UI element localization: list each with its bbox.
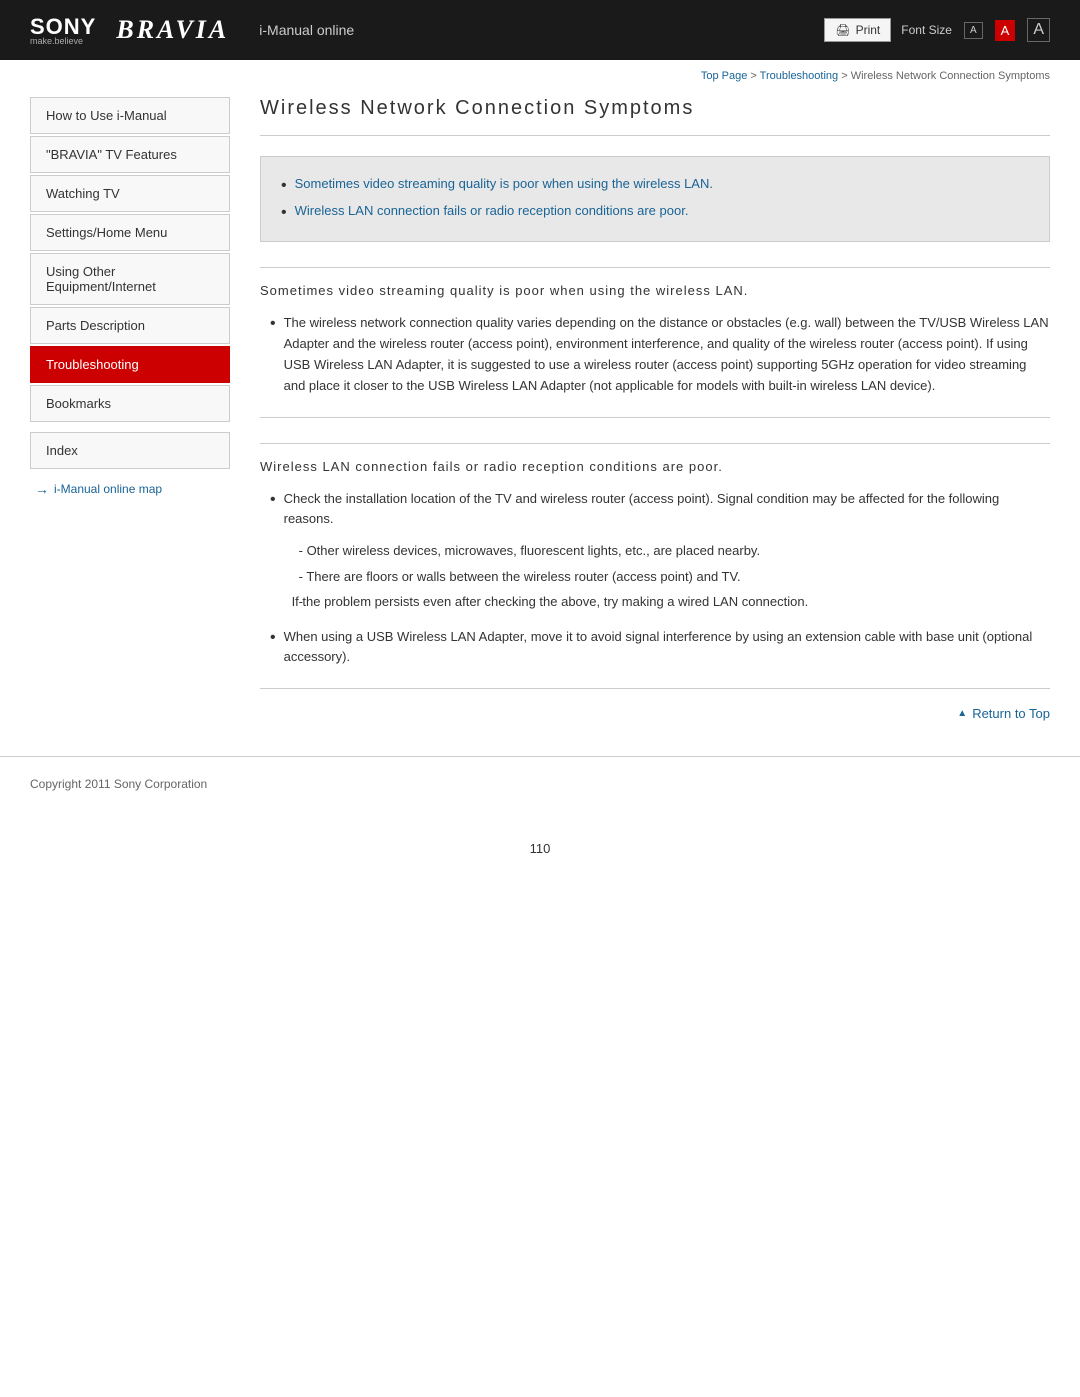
sony-logo: SONY make.believe — [30, 14, 96, 46]
font-medium-button[interactable]: A — [995, 20, 1016, 41]
section2-sub-item-3: If the problem persists even after check… — [299, 589, 1050, 615]
symptom-link-1[interactable]: Sometimes video streaming quality is poo… — [295, 176, 713, 191]
symptom-list-item-2: Wireless LAN connection fails or radio r… — [281, 199, 1029, 226]
section2-sub-item-2: There are floors or walls between the wi… — [299, 564, 1050, 590]
copyright-text: Copyright 2011 Sony Corporation — [30, 777, 207, 791]
section1: Sometimes video streaming quality is poo… — [260, 267, 1050, 396]
font-small-button[interactable]: A — [964, 22, 983, 39]
breadcrumb-troubleshooting[interactable]: Troubleshooting — [760, 70, 838, 82]
symptom-link-2[interactable]: Wireless LAN connection fails or radio r… — [295, 203, 689, 218]
print-icon: 🖨 — [835, 23, 850, 37]
imanual-map-link[interactable]: → i-Manual online map — [30, 481, 230, 497]
section2-sub-list-1: Other wireless devices, microwaves, fluo… — [299, 538, 1050, 615]
section2: Wireless LAN connection fails or radio r… — [260, 417, 1050, 669]
symptom-list-box: Sometimes video streaming quality is poo… — [260, 156, 1050, 242]
section2-bullet-2: When using a USB Wireless LAN Adapter, m… — [270, 627, 1050, 669]
sidebar-item-watching-tv[interactable]: Watching TV — [30, 175, 230, 212]
logo-area: SONY make.believe BRAVIA i-Manual online — [30, 14, 354, 46]
page-number: 110 — [0, 811, 1080, 886]
header-bar: SONY make.believe BRAVIA i-Manual online… — [0, 0, 1080, 60]
sidebar: How to Use i-Manual "BRAVIA" TV Features… — [30, 97, 230, 736]
sidebar-item-using-other[interactable]: Using Other Equipment/Internet — [30, 253, 230, 305]
main-layout: How to Use i-Manual "BRAVIA" TV Features… — [0, 97, 1080, 736]
section1-bullet-list: The wireless network connection quality … — [270, 313, 1050, 396]
section2-heading: Wireless LAN connection fails or radio r… — [260, 443, 1050, 474]
print-button[interactable]: 🖨 Print — [824, 18, 891, 42]
breadcrumb-sep1: > — [750, 70, 759, 82]
footer: Copyright 2011 Sony Corporation — [0, 756, 1080, 811]
sidebar-item-index[interactable]: Index — [30, 432, 230, 469]
breadcrumb-top-page[interactable]: Top Page — [701, 70, 747, 82]
section1-heading: Sometimes video streaming quality is poo… — [260, 267, 1050, 298]
breadcrumb: Top Page > Troubleshooting > Wireless Ne… — [0, 60, 1080, 92]
symptom-list-item-1: Sometimes video streaming quality is poo… — [281, 172, 1029, 199]
return-to-top: Return to Top — [260, 688, 1050, 736]
sidebar-item-settings[interactable]: Settings/Home Menu — [30, 214, 230, 251]
sidebar-item-bookmarks[interactable]: Bookmarks — [30, 385, 230, 422]
breadcrumb-current: Wireless Network Connection Symptoms — [851, 70, 1050, 82]
sidebar-item-bravia-features[interactable]: "BRAVIA" TV Features — [30, 136, 230, 173]
breadcrumb-sep2: > — [841, 70, 850, 82]
imanual-label: i-Manual online — [259, 22, 354, 38]
return-to-top-link[interactable]: Return to Top — [957, 706, 1050, 721]
page-title: Wireless Network Connection Symptoms — [260, 97, 1050, 136]
bravia-logo-text: BRAVIA — [116, 15, 229, 45]
font-size-label: Font Size — [901, 23, 952, 37]
section1-bullet-1: The wireless network connection quality … — [270, 313, 1050, 396]
arrow-right-icon: → — [35, 481, 49, 497]
sidebar-item-parts[interactable]: Parts Description — [30, 307, 230, 344]
sidebar-item-how-to-use[interactable]: How to Use i-Manual — [30, 97, 230, 134]
section2-sub-item-1: Other wireless devices, microwaves, fluo… — [299, 538, 1050, 564]
content-area: Wireless Network Connection Symptoms Som… — [250, 97, 1050, 736]
sidebar-item-troubleshooting[interactable]: Troubleshooting — [30, 346, 230, 383]
font-large-button[interactable]: A — [1027, 18, 1050, 42]
header-controls: 🖨 Print Font Size A A A — [824, 18, 1050, 42]
section2-bullet-1: Check the installation location of the T… — [270, 489, 1050, 615]
section2-bullet-list: Check the installation location of the T… — [270, 489, 1050, 669]
